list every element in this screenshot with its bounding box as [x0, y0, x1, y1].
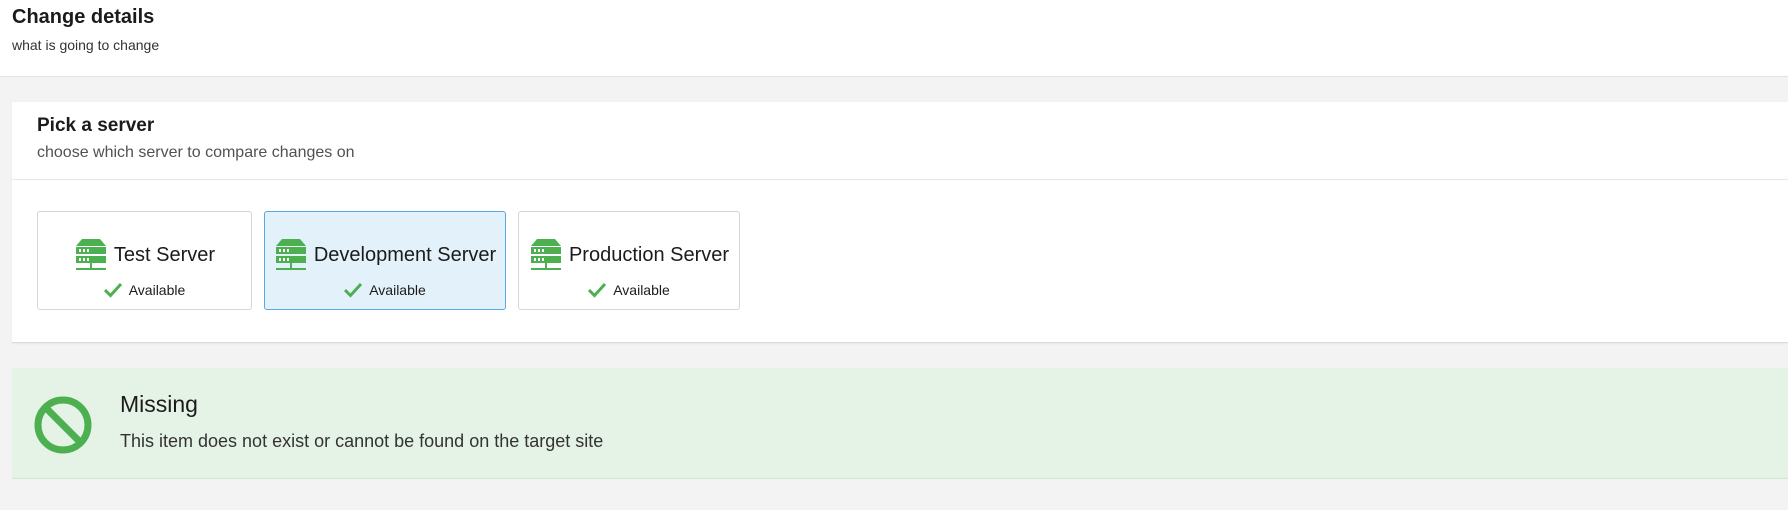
missing-message: This item does not exist or cannot be fo…	[120, 431, 604, 451]
page-header: Change details what is going to change	[0, 0, 1788, 77]
server-icon	[75, 239, 106, 270]
server-picker-title: Pick a server	[37, 115, 155, 136]
page-subtitle: what is going to change	[12, 37, 160, 53]
server-status: Available	[369, 282, 426, 298]
missing-title: Missing	[120, 391, 198, 417]
server-picker-subtitle: choose which server to compare changes o…	[37, 144, 355, 161]
server-card-production[interactable]: Production Server Available	[518, 211, 740, 310]
server-status: Available	[613, 282, 670, 298]
server-icon	[530, 239, 561, 270]
server-status: Available	[128, 282, 186, 298]
check-icon	[588, 282, 607, 298]
check-icon	[344, 282, 363, 298]
missing-banner: Missing This item does not exist or cann…	[12, 368, 1788, 479]
server-name: Production Server	[568, 244, 730, 266]
server-card-development[interactable]: Development Server Available	[264, 211, 506, 310]
server-icon	[275, 239, 306, 270]
server-picker-panel: Pick a server choose which server to com…	[12, 102, 1788, 343]
check-icon	[103, 282, 122, 298]
server-card-test[interactable]: Test Server Available	[37, 211, 252, 310]
server-picker-header: Pick a server choose which server to com…	[12, 102, 1788, 180]
page-title: Change details	[12, 6, 155, 28]
server-name: Test Server	[113, 244, 216, 266]
no-entry-icon	[34, 396, 92, 454]
server-name: Development Server	[313, 244, 497, 266]
